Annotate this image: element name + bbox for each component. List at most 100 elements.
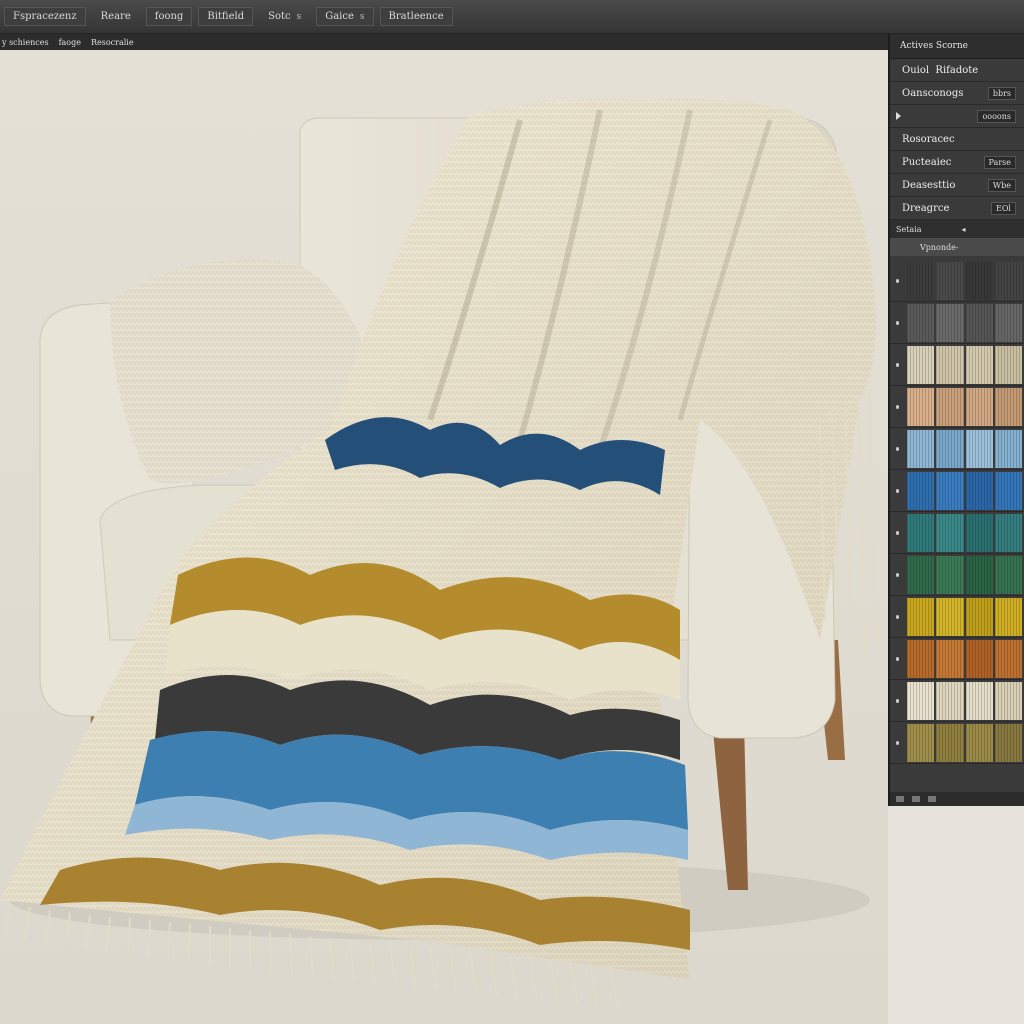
swatch-cell[interactable] — [907, 387, 935, 426]
swatch-cell[interactable] — [907, 723, 935, 762]
footer-button-1[interactable] — [896, 796, 904, 802]
swatch-row — [890, 344, 1024, 386]
options-item-2[interactable]: faoge — [59, 38, 81, 47]
swatch-row — [890, 554, 1024, 596]
swatch-cell[interactable] — [994, 681, 1023, 720]
swatch-cell[interactable] — [936, 345, 964, 384]
options-item-3[interactable]: Resocralie — [91, 38, 134, 47]
swatch-cell[interactable] — [907, 681, 935, 720]
swatch-cell[interactable] — [994, 387, 1023, 426]
swatch-cell[interactable] — [907, 555, 935, 594]
menu-item-5-label: Sotc — [268, 11, 291, 22]
swatch-cell[interactable] — [936, 723, 964, 762]
panel-row-2[interactable]: Oansconogs bbrs — [890, 82, 1024, 105]
swatch-cell[interactable] — [965, 639, 993, 678]
swatch-cell[interactable] — [994, 345, 1023, 384]
swatch-cell[interactable] — [965, 345, 993, 384]
panel-row-5-value[interactable]: Parse — [983, 155, 1016, 169]
swatch-cell[interactable] — [936, 387, 964, 426]
swatch-cell[interactable] — [994, 555, 1023, 594]
swatch-cell[interactable] — [994, 513, 1023, 552]
swatch-cell[interactable] — [936, 513, 964, 552]
swatch-row-bullet — [896, 698, 900, 703]
swatches-dropdown-icon[interactable]: ◂ — [962, 225, 966, 234]
panel-row-7[interactable]: Dreagrce EOl — [890, 197, 1024, 220]
swatch-cell[interactable] — [936, 471, 964, 510]
swatch-cell[interactable] — [965, 513, 993, 552]
footer-button-2[interactable] — [912, 796, 920, 802]
panel-row-6-value[interactable]: Wbe — [987, 178, 1016, 192]
panel-row-6[interactable]: Deasesttio Wbe — [890, 174, 1024, 197]
swatch-row-bullet — [896, 530, 900, 535]
swatch-row — [890, 386, 1024, 428]
swatch-cell[interactable] — [994, 429, 1023, 468]
panel-row-2-label: Oansconogs — [902, 87, 964, 99]
swatch-cell[interactable] — [936, 429, 964, 468]
panel-row-3-value[interactable]: oooons — [977, 109, 1016, 123]
swatch-row — [890, 470, 1024, 512]
panel-row-1-label: Ouiol Rifadote — [890, 65, 1024, 76]
document-canvas[interactable] — [0, 50, 888, 1024]
swatch-cell[interactable] — [907, 471, 935, 510]
swatch-cell[interactable] — [936, 597, 964, 636]
swatch-cell[interactable] — [994, 723, 1023, 762]
menu-symbol-1: s — [296, 12, 302, 22]
panel-row-7-value[interactable]: EOl — [991, 201, 1016, 215]
menu-item-5[interactable]: Sotc s — [259, 7, 310, 26]
panel-row-3[interactable]: oooons — [890, 105, 1024, 128]
swatch-cell[interactable] — [907, 639, 935, 678]
swatch-cell[interactable] — [965, 303, 993, 342]
swatch-cell[interactable] — [965, 261, 993, 300]
swatch-cell[interactable] — [936, 681, 964, 720]
swatch-cell[interactable] — [994, 261, 1023, 300]
panel-row-5-label: Pucteaiec — [902, 156, 952, 168]
swatch-cell[interactable] — [936, 261, 964, 300]
swatch-cell[interactable] — [994, 639, 1023, 678]
swatch-cell[interactable] — [965, 681, 993, 720]
swatch-row — [890, 260, 1024, 302]
swatch-cell[interactable] — [994, 471, 1023, 510]
swatch-cell[interactable] — [965, 555, 993, 594]
menu-item-6[interactable]: Gaice s — [316, 7, 374, 26]
swatch-row-bullet — [896, 740, 900, 745]
panel-row-2-value[interactable]: bbrs — [987, 86, 1016, 100]
swatch-row-bullet — [896, 614, 900, 619]
swatch-cell[interactable] — [907, 429, 935, 468]
panel-row-4-label: Rosoracec — [902, 133, 955, 145]
panel-row-5[interactable]: Pucteaiec Parse — [890, 151, 1024, 174]
panel-row-4[interactable]: Rosoracec — [890, 128, 1024, 151]
swatch-cell[interactable] — [965, 387, 993, 426]
swatch-cell[interactable] — [965, 597, 993, 636]
swatch-row — [890, 428, 1024, 470]
swatches-search[interactable]: Vpnonde- — [890, 238, 1024, 256]
swatch-cell[interactable] — [907, 597, 935, 636]
options-item-1[interactable]: y schiences — [2, 38, 49, 47]
swatch-cell[interactable] — [965, 471, 993, 510]
menu-item-7[interactable]: Bratleence — [379, 7, 453, 26]
swatch-cell[interactable] — [907, 513, 935, 552]
menu-item-3[interactable]: foong — [145, 7, 193, 26]
swatch-row — [890, 596, 1024, 638]
panel-row-1[interactable]: Ouiol Rifadote — [890, 59, 1024, 82]
footer-button-3[interactable] — [928, 796, 936, 802]
swatch-row — [890, 722, 1024, 764]
menu-item-1[interactable]: Fspracezenz — [4, 7, 86, 26]
menu-item-4[interactable]: Bitfield — [198, 7, 254, 26]
swatch-row-bullet — [896, 446, 900, 451]
swatch-cell[interactable] — [907, 345, 935, 384]
panel-row-7-label: Dreagrce — [902, 202, 950, 214]
swatch-cell[interactable] — [936, 303, 964, 342]
play-icon[interactable] — [896, 112, 901, 120]
swatch-cell[interactable] — [965, 429, 993, 468]
panel-title: Actives Scorne — [890, 34, 1024, 59]
swatch-cell[interactable] — [907, 261, 935, 300]
swatch-cell[interactable] — [965, 723, 993, 762]
menu-item-2[interactable]: Reare — [92, 7, 140, 26]
swatch-cell[interactable] — [994, 303, 1023, 342]
swatch-row — [890, 302, 1024, 344]
swatch-cell[interactable] — [907, 303, 935, 342]
properties-panel: Actives Scorne Ouiol Rifadote Oansconogs… — [888, 34, 1024, 806]
swatch-cell[interactable] — [994, 597, 1023, 636]
swatch-cell[interactable] — [936, 555, 964, 594]
swatch-cell[interactable] — [936, 639, 964, 678]
